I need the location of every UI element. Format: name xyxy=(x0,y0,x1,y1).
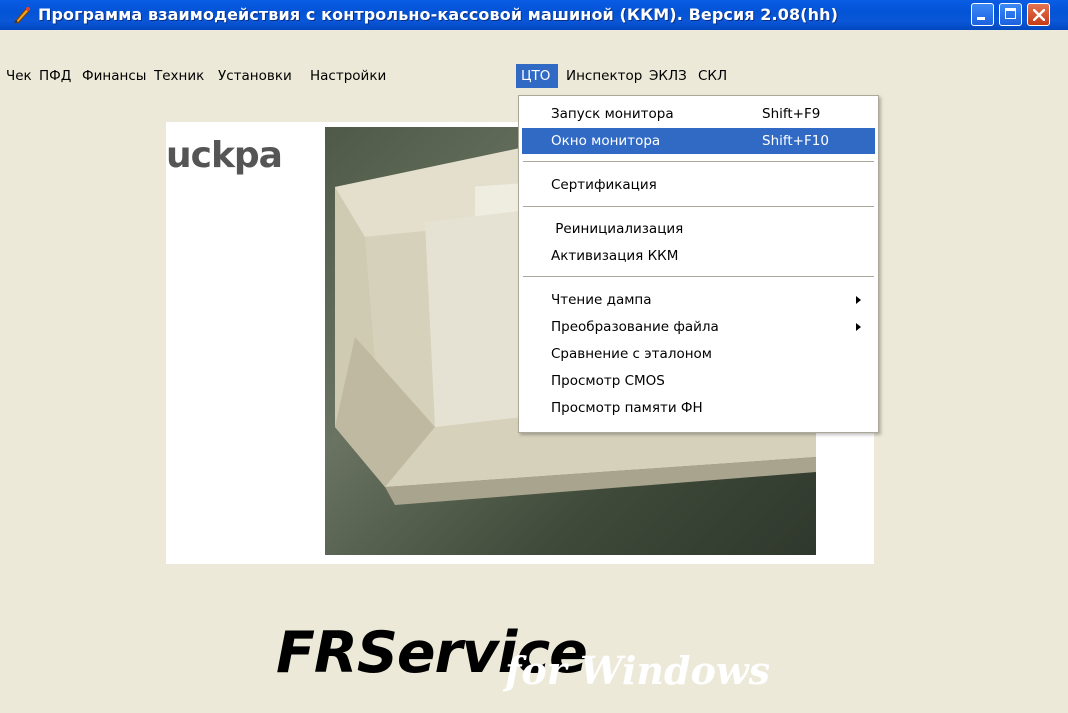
menu-skl[interactable]: СКЛ xyxy=(694,64,731,88)
maximize-icon xyxy=(1005,8,1016,19)
menu-item-shortcut: Shift+F10 xyxy=(762,133,829,149)
title-bar[interactable]: Программа взаимодействия с контрольно-ка… xyxy=(0,0,1068,30)
menu-item-okno-monitora[interactable]: Окно монитора Shift+F10 xyxy=(522,128,875,154)
menu-item-sertifikatsiya[interactable]: Сертификация xyxy=(522,172,875,198)
menu-item-preobrazovanie-fayla[interactable]: Преобразование файла xyxy=(522,314,875,340)
tsto-dropdown-menu: Запуск монитора Shift+F9 Окно монитора S… xyxy=(518,95,879,433)
menu-item-label: Просмотр CMOS xyxy=(551,373,665,389)
menu-eklz[interactable]: ЭКЛЗ xyxy=(645,64,691,88)
menu-item-label: Запуск монитора xyxy=(551,106,674,122)
menu-item-label: Преобразование файла xyxy=(551,319,719,335)
menu-finansy[interactable]: Финансы xyxy=(78,64,150,88)
menu-item-aktivizatsiya-kkm[interactable]: Активизация ККМ xyxy=(522,243,875,269)
menu-item-prosmotr-cmos[interactable]: Просмотр CMOS xyxy=(522,368,875,394)
menu-item-label: Окно монитора xyxy=(551,133,661,149)
app-icon xyxy=(14,7,30,24)
menu-ustanovki[interactable]: Установки xyxy=(214,64,296,88)
close-icon xyxy=(1033,9,1045,21)
menu-separator xyxy=(523,276,874,277)
submenu-arrow-icon xyxy=(856,323,861,331)
menu-item-reinitsializatsiya[interactable]: Реинициализация xyxy=(522,216,875,242)
menu-item-label: Реинициализация xyxy=(551,221,684,237)
menu-pfd[interactable]: ПФД xyxy=(35,64,75,88)
brand-logo: uckpa xyxy=(166,135,283,176)
menu-item-prosmotr-pamyati-fn[interactable]: Просмотр памяти ФН xyxy=(522,395,875,421)
menu-nastroyki[interactable]: Настройки xyxy=(306,64,390,88)
menu-item-label: Чтение дампа xyxy=(551,292,652,308)
menu-item-shortcut: Shift+F9 xyxy=(762,106,821,122)
menu-item-sravnenie-s-etalonom[interactable]: Сравнение с эталоном xyxy=(522,341,875,367)
menu-chek[interactable]: Чек xyxy=(2,64,36,88)
menu-item-label: Просмотр памяти ФН xyxy=(551,400,703,416)
window-title: Программа взаимодействия с контрольно-ка… xyxy=(38,5,838,24)
menu-tsto[interactable]: ЦТО xyxy=(516,64,558,88)
menu-item-zapusk-monitora[interactable]: Запуск монитора Shift+F9 xyxy=(522,101,875,127)
menu-item-chtenie-dampa[interactable]: Чтение дампа xyxy=(522,287,875,313)
submenu-arrow-icon xyxy=(856,296,861,304)
close-button[interactable] xyxy=(1027,3,1050,26)
menu-separator xyxy=(523,161,874,162)
menu-inspektor[interactable]: Инспектор xyxy=(562,64,646,88)
minimize-icon xyxy=(977,17,985,20)
menu-item-label: Сравнение с эталоном xyxy=(551,346,712,362)
menu-item-label: Активизация ККМ xyxy=(551,248,679,264)
product-suffix: for Windows xyxy=(505,648,771,693)
menu-separator xyxy=(523,206,874,207)
menu-bar: Чек ПФД Финансы Техник Установки Настрой… xyxy=(0,64,1068,89)
minimize-button[interactable] xyxy=(971,3,994,26)
maximize-button[interactable] xyxy=(999,3,1022,26)
menu-item-label: Сертификация xyxy=(551,177,657,193)
menu-tekhnik[interactable]: Техник xyxy=(150,64,208,88)
